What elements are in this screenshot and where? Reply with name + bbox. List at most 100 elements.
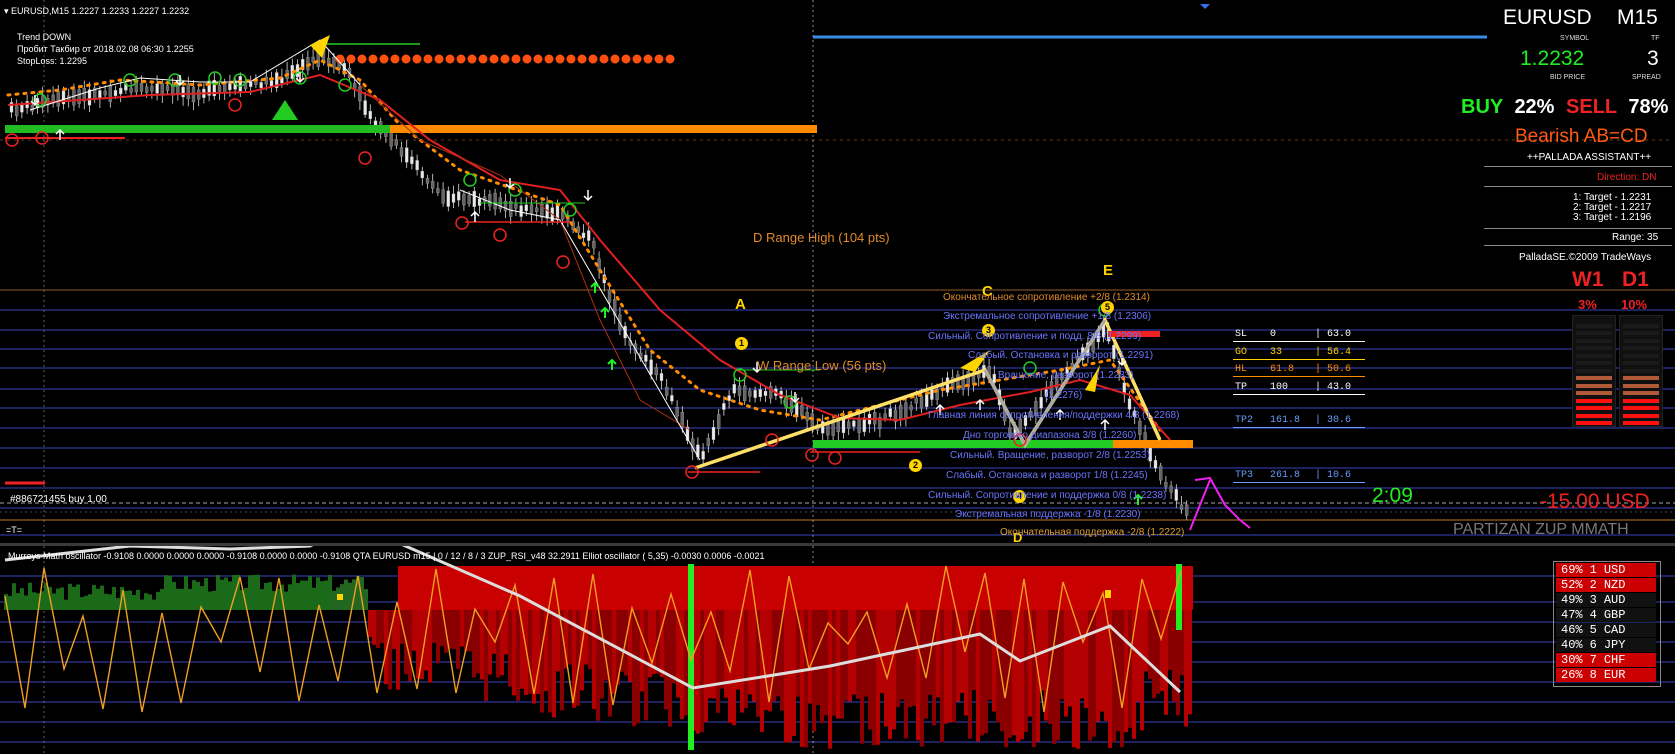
- murrey-level-label: Окончательная поддержка -2/8 (1.2222): [1000, 527, 1185, 538]
- currency-code: USD: [1603, 563, 1626, 577]
- w-range-label: W Range Low (56 pts): [757, 358, 887, 373]
- osc-bar-red: [476, 610, 480, 674]
- collapse-icon[interactable]: ▾: [4, 6, 9, 16]
- dot-line-point: [357, 54, 367, 64]
- candle-body: [592, 240, 596, 249]
- price-chart[interactable]: [0, 0, 1675, 543]
- dot-line-point: [555, 54, 565, 64]
- candle-body: [488, 194, 492, 207]
- currency-row: 40% 6 JPY: [1556, 638, 1656, 652]
- fib-name: TP: [1235, 382, 1248, 393]
- candle-body: [659, 373, 664, 381]
- osc-bar-red: [732, 610, 736, 726]
- meter-segment: [1576, 398, 1612, 403]
- candle-body: [732, 384, 736, 394]
- candle-body: [925, 392, 929, 407]
- symbol-line: EURUSD,M15 1.2227 1.2233 1.2227 1.2232: [11, 6, 190, 16]
- osc-bar-green: [208, 591, 212, 610]
- osc-bar-red: [880, 610, 884, 694]
- osc-bar-green: [344, 579, 348, 610]
- osc-bar-red: [1064, 610, 1068, 717]
- currency-rank: 6: [1589, 638, 1597, 652]
- candle-body: [899, 404, 903, 421]
- candle-body: [1159, 465, 1163, 481]
- candle-body: [711, 427, 716, 440]
- candle-body: [217, 84, 222, 92]
- candle-body: [405, 147, 409, 163]
- breakout-label: Пробит Такбир от 2018.02.08 06:30 1.2255: [17, 44, 194, 54]
- osc-bar-red: [700, 610, 704, 733]
- meter-segment: [1576, 331, 1612, 335]
- candle-body: [706, 438, 710, 446]
- meter-segment: [1623, 338, 1659, 343]
- osc-bar-green: [268, 582, 272, 610]
- info-symbol-caption: SYMBOL: [1560, 35, 1590, 42]
- osc-bar-red: [508, 610, 512, 687]
- dot-line-point: [588, 54, 598, 64]
- candle-body: [150, 85, 154, 92]
- osc-bar-green: [288, 584, 292, 610]
- osc-bar-red: [940, 610, 944, 743]
- fib-row: SL 0 | 63.0: [1233, 329, 1365, 342]
- osc-bar-red: [1184, 610, 1188, 727]
- candle-body: [103, 90, 107, 96]
- oscillator-header: Murreys Math oscillator -0.9108 0.0000 0…: [8, 551, 765, 561]
- osc-bar-red: [920, 610, 924, 747]
- candle-body: [701, 451, 705, 460]
- currency-row: 69% 1 USD: [1556, 563, 1656, 577]
- candle-body: [644, 354, 648, 362]
- meter-segment: [1623, 331, 1659, 335]
- osc-bar-red: [876, 610, 880, 745]
- candle-body: [441, 189, 445, 204]
- osc-bar-red: [696, 610, 700, 734]
- panel-divider: [1484, 245, 1672, 246]
- osc-bar-red: [512, 610, 516, 696]
- order-label[interactable]: #886721455 buy 1.00: [10, 494, 107, 505]
- osc-bar-green: [212, 590, 216, 610]
- oscillator-chart[interactable]: [0, 546, 1675, 754]
- osc-signal-bar: [1176, 564, 1182, 630]
- stoploss-label: StopLoss: 1.2295: [17, 56, 88, 66]
- osc-bar-green: [12, 583, 16, 610]
- dot-line-point: [566, 54, 576, 64]
- candle-body: [727, 395, 731, 401]
- copyright-label: PalladaSE.©2009 TradeWays: [1519, 252, 1652, 263]
- currency-rank: 4: [1589, 608, 1597, 622]
- currency-code: CAD: [1603, 623, 1626, 637]
- meter-segment: [1623, 323, 1659, 328]
- candle-body: [753, 389, 757, 398]
- candle-body: [295, 64, 300, 78]
- osc-bar-red: [716, 610, 720, 713]
- candle-body: [581, 232, 586, 238]
- candle-body: [826, 423, 830, 436]
- moving-average-slow: [359, 84, 691, 431]
- murrey-level-label: (1.2276): [1045, 390, 1083, 401]
- osc-bar-red: [1092, 610, 1096, 737]
- candle-body: [519, 205, 523, 217]
- info-bid-caption: BID PRICE: [1550, 74, 1586, 81]
- candle-body: [717, 414, 721, 429]
- osc-bar-green: [160, 588, 164, 610]
- currency-pct: 69%: [1561, 563, 1583, 577]
- osc-bar-red: [844, 610, 848, 701]
- murrey-level-label: Сильный. Сопротивление и поддержка 0/8 (…: [928, 490, 1167, 501]
- osc-bar-red: [1160, 610, 1164, 692]
- osc-bar-green: [216, 574, 220, 610]
- osc-bar-green: [128, 590, 132, 610]
- candle-body: [139, 83, 144, 92]
- candle-body: [56, 91, 60, 107]
- green-buy-arrow-icon: [600, 306, 610, 318]
- osc-bar-green: [192, 580, 196, 610]
- candle-body: [493, 192, 497, 210]
- osc-bar-red: [1136, 610, 1140, 702]
- meter-segment: [1576, 376, 1612, 380]
- osc-bar-red: [416, 610, 420, 679]
- dot-line-point: [665, 54, 675, 64]
- fib-level: 100: [1270, 382, 1289, 393]
- osc-bar-green: [112, 586, 116, 610]
- osc-bar-green: [16, 593, 20, 610]
- osc-bar-red: [1020, 610, 1024, 740]
- osc-bar-green: [8, 596, 12, 610]
- sell-arrow-icon: [583, 190, 593, 202]
- red-signal-circle: [358, 151, 372, 165]
